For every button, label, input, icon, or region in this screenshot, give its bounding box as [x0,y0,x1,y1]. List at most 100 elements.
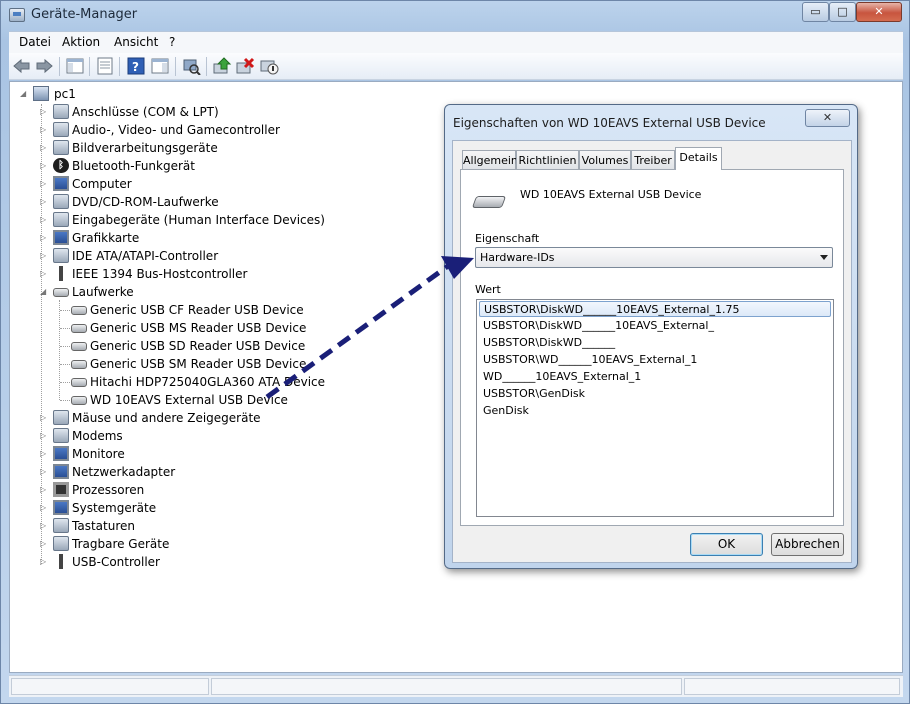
expand-arrow-icon[interactable]: ▷ [40,431,48,440]
expand-arrow-icon[interactable]: ▷ [40,449,48,458]
tree-item-label: Bildverarbeitungsgeräte [72,141,218,155]
tree-category-audio-video-und-gamecontroller[interactable]: ▷ Audio-, Video- und Gamecontroller [40,121,340,139]
menu-datei[interactable]: Datei [19,35,51,49]
tab-richtlinien[interactable]: Richtlinien [516,150,579,169]
close-button[interactable]: ✕ [856,2,902,22]
action-pane-icon[interactable] [150,57,170,75]
expand-arrow-icon[interactable]: ▷ [40,179,48,188]
expand-arrow-icon[interactable]: ▷ [40,521,48,530]
property-dropdown[interactable]: Hardware-IDs [475,247,833,268]
tree-item-label: Mäuse und andere Zeigegeräte [72,411,261,425]
help-icon[interactable]: ? [126,57,146,75]
tree-category-systemgeräte[interactable]: ▷ Systemgeräte [40,499,340,517]
value-list-item[interactable]: USBSTOR\DiskWD______10EAVS_External_ [479,318,831,334]
tree-item-generic-usb-cf-reader-usb-device[interactable]: Generic USB CF Reader USB Device [60,301,368,319]
tree-category-netzwerkadapter[interactable]: ▷ Netzwerkadapter [40,463,340,481]
value-list-item[interactable]: USBSTOR\DiskWD______ [479,335,831,351]
tree-category-monitore[interactable]: ▷ Monitore [40,445,340,463]
tree-category-tragbare-geräte[interactable]: ▷ Tragbare Geräte [40,535,340,553]
tree-category-grafikkarte[interactable]: ▷ Grafikkarte [40,229,340,247]
expand-arrow-icon[interactable]: ▷ [40,413,48,422]
tab-volumes[interactable]: Volumes [579,150,631,169]
tree-root-pc1[interactable]: ◢ pc1 [20,85,220,103]
svg-text:?: ? [132,60,139,74]
maximize-button[interactable]: □ [829,2,856,22]
expand-arrow-icon[interactable]: ▷ [40,143,48,152]
tree-item-label: Generic USB SD Reader USB Device [90,339,306,353]
status-cell [684,678,900,695]
tree-category-anschlüsse-com-lpt[interactable]: ▷ Anschlüsse (COM & LPT) [40,103,340,121]
collapse-arrow-icon[interactable]: ◢ [40,287,48,296]
expand-arrow-icon[interactable]: ▷ [40,107,48,116]
tree-category-eingabegeräte-human-interface-devices[interactable]: ▷ Eingabegeräte (Human Interface Devices) [40,211,340,229]
wd-device-icon [71,396,87,405]
tab-details[interactable]: Details [675,147,722,170]
tab-allgemein[interactable]: Allgemein [462,150,518,169]
tree-category-laufwerke[interactable]: ◢ Laufwerke [40,283,340,301]
expand-arrow-icon[interactable]: ▷ [40,467,48,476]
tree-item-generic-usb-sd-reader-usb-device[interactable]: Generic USB SD Reader USB Device [60,337,368,355]
dialog-close-button[interactable]: ✕ [805,109,850,127]
tree-item-wd-10eavs-external-usb-device[interactable]: WD 10EAVS External USB Device [60,391,368,409]
expand-arrow-icon[interactable]: ▷ [40,251,48,260]
tree-category-computer[interactable]: ▷ Computer [40,175,340,193]
menu-ansicht[interactable]: Ansicht [114,35,158,49]
collapse-arrow-icon[interactable]: ◢ [20,89,28,98]
tree-item-label: Netzwerkadapter [72,465,176,479]
tree-category-modems[interactable]: ▷ Modems [40,427,340,445]
tree-category-bildverarbeitungsgeräte[interactable]: ▷ Bildverarbeitungsgeräte [40,139,340,157]
generic-device-icon [71,360,87,369]
value-label: Wert [475,283,501,296]
properties-icon[interactable] [95,57,115,75]
tree-item-label: Systemgeräte [72,501,157,515]
menu-help[interactable]: ? [169,35,175,49]
show-hide-console-tree-icon[interactable] [65,57,85,75]
disable-device-icon[interactable] [259,57,279,75]
forward-arrow-icon[interactable] [34,57,54,75]
expand-arrow-icon[interactable]: ▷ [40,539,48,548]
expand-arrow-icon[interactable]: ▷ [40,215,48,224]
title-bar[interactable]: Geräte-Manager ▭ □ ✕ [1,1,909,31]
ok-button[interactable]: OK [690,533,763,556]
value-listbox[interactable]: USBSTOR\DiskWD______10EAVS_External_1.75… [476,299,834,517]
value-list-item[interactable]: USBSTOR\WD______10EAVS_External_1 [479,352,831,368]
expand-arrow-icon[interactable]: ▷ [40,161,48,170]
expand-arrow-icon[interactable]: ▷ [40,269,48,278]
expand-arrow-icon[interactable]: ▷ [40,125,48,134]
cancel-button[interactable]: Abbrechen [771,533,844,556]
update-driver-icon[interactable] [212,57,232,75]
tree-category-tastaturen[interactable]: ▷ Tastaturen [40,517,340,535]
tree-item-label: Hitachi HDP725040GLA360 ATA Device [90,375,326,389]
tree-category-mäuse-und-andere-zeigegeräte[interactable]: ▷ Mäuse und andere Zeigegeräte [40,409,340,427]
tree-item-label: Generic USB MS Reader USB Device [90,321,307,335]
uninstall-icon[interactable] [235,57,255,75]
scan-hardware-icon[interactable] [181,57,201,76]
hard-drive-icon [471,196,507,208]
tree-category-ieee-1394-bus-hostcontroller[interactable]: ▷ IEEE 1394 Bus-Hostcontroller [40,265,340,283]
minimize-button[interactable]: ▭ [802,2,829,22]
tree-category-dvd-cd-rom-laufwerke[interactable]: ▷ DVD/CD-ROM-Laufwerke [40,193,340,211]
back-arrow-icon[interactable] [12,57,32,75]
tree-item-label: Eingabegeräte (Human Interface Devices) [72,213,325,227]
tree-item-generic-usb-sm-reader-usb-device[interactable]: Generic USB SM Reader USB Device [60,355,368,373]
expand-arrow-icon[interactable]: ▷ [40,485,48,494]
prozessoren-device-icon [53,482,69,497]
tree-category-prozessoren[interactable]: ▷ Prozessoren [40,481,340,499]
menu-aktion[interactable]: Aktion [62,35,100,49]
tree-category-bluetooth-funkgerät[interactable]: ▷ ᛒ Bluetooth-Funkgerät [40,157,340,175]
tree-item-generic-usb-ms-reader-usb-device[interactable]: Generic USB MS Reader USB Device [60,319,368,337]
tab-treiber[interactable]: Treiber [631,150,675,169]
tree-category-ide-ata-atapi-controller[interactable]: ▷ IDE ATA/ATAPI-Controller [40,247,340,265]
status-cell [211,678,682,695]
expand-arrow-icon[interactable]: ▷ [40,233,48,242]
value-list-item[interactable]: GenDisk [479,403,831,419]
expand-arrow-icon[interactable]: ▷ [40,197,48,206]
tree-category-usb-controller[interactable]: ▷ USB-Controller [40,553,340,571]
hitachi-device-icon [71,378,87,387]
value-list-item[interactable]: USBSTOR\DiskWD______10EAVS_External_1.75 [479,301,831,317]
expand-arrow-icon[interactable]: ▷ [40,557,48,566]
expand-arrow-icon[interactable]: ▷ [40,503,48,512]
value-list-item[interactable]: WD______10EAVS_External_1 [479,369,831,385]
tree-item-hitachi-hdp725040gla360-ata-device[interactable]: Hitachi HDP725040GLA360 ATA Device [60,373,368,391]
value-list-item[interactable]: USBSTOR\GenDisk [479,386,831,402]
